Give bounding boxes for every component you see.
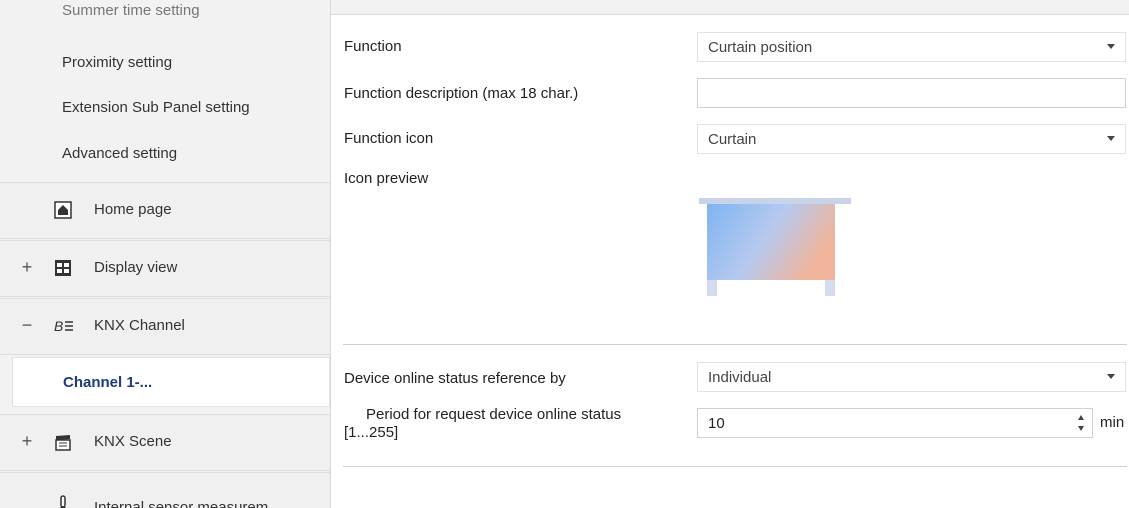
sidebar-item-label: Display view bbox=[94, 259, 178, 276]
function-icon-value: Curtain bbox=[708, 131, 757, 148]
chevron-down-icon bbox=[1107, 44, 1115, 49]
online-reference-label: Device online status reference by bbox=[344, 370, 566, 387]
period-range-label: [1...255] bbox=[344, 424, 399, 441]
expand-icon[interactable]: + bbox=[20, 431, 34, 451]
sidebar-item-advanced[interactable]: Advanced setting bbox=[62, 145, 177, 162]
sidebar-item-knx-channel[interactable]: − B KNX Channel bbox=[0, 298, 330, 355]
spin-down-icon[interactable] bbox=[1078, 426, 1084, 431]
header-strip bbox=[331, 0, 1129, 15]
knx-channel-icon: B bbox=[54, 317, 73, 335]
clapperboard-icon bbox=[54, 433, 72, 451]
function-select[interactable]: Curtain position bbox=[697, 32, 1126, 62]
collapse-icon[interactable]: − bbox=[20, 315, 34, 335]
parameter-pane: Function Curtain position Function descr… bbox=[331, 0, 1129, 508]
function-label: Function bbox=[344, 38, 402, 55]
sidebar: Summer time setting Proximity setting Ex… bbox=[0, 0, 331, 508]
chevron-down-icon bbox=[1107, 136, 1115, 141]
sidebar-item-proximity[interactable]: Proximity setting bbox=[62, 54, 172, 71]
spin-up-icon[interactable] bbox=[1078, 415, 1084, 420]
online-reference-value: Individual bbox=[708, 369, 772, 386]
sidebar-item-summer-time[interactable]: Summer time setting bbox=[62, 2, 200, 19]
function-value: Curtain position bbox=[708, 39, 813, 56]
sidebar-item-label: Channel 1-... bbox=[63, 374, 153, 391]
sidebar-item-label: Internal sensor measurem... bbox=[94, 499, 281, 508]
period-label: Period for request device online status bbox=[366, 406, 622, 423]
svg-text:B: B bbox=[54, 318, 63, 334]
sidebar-item-label: Home page bbox=[94, 201, 172, 218]
online-reference-select[interactable]: Individual bbox=[697, 362, 1126, 392]
display-view-icon bbox=[54, 259, 72, 277]
section-divider bbox=[343, 466, 1127, 467]
sidebar-item-internal-sensor[interactable]: Internal sensor measurem... bbox=[0, 472, 330, 508]
sidebar-item-home-page[interactable]: Home page bbox=[0, 182, 330, 239]
curtain-icon bbox=[699, 195, 855, 302]
icon-preview-label: Icon preview bbox=[344, 170, 429, 187]
sidebar-item-label: KNX Scene bbox=[94, 433, 172, 450]
sidebar-item-display-view[interactable]: + Display view bbox=[0, 240, 330, 297]
function-icon-label: Function icon bbox=[344, 130, 434, 147]
sidebar-item-knx-scene[interactable]: + KNX Scene bbox=[0, 414, 330, 471]
sidebar-item-channel-1[interactable]: Channel 1-... bbox=[12, 357, 330, 407]
thermometer-icon bbox=[54, 495, 72, 508]
function-description-input[interactable] bbox=[697, 78, 1126, 108]
home-icon bbox=[54, 201, 72, 219]
function-icon-select[interactable]: Curtain bbox=[697, 124, 1126, 154]
expand-icon[interactable]: + bbox=[20, 257, 34, 277]
period-spinbox[interactable]: 10 bbox=[697, 408, 1093, 438]
sidebar-item-label: KNX Channel bbox=[94, 317, 185, 334]
function-description-label: Function description (max 18 char.) bbox=[344, 85, 579, 102]
chevron-down-icon bbox=[1107, 374, 1115, 379]
section-divider bbox=[343, 344, 1127, 345]
period-value: 10 bbox=[708, 415, 725, 432]
sidebar-item-extension-sub-panel[interactable]: Extension Sub Panel setting bbox=[62, 99, 250, 116]
period-unit: min bbox=[1100, 414, 1125, 431]
